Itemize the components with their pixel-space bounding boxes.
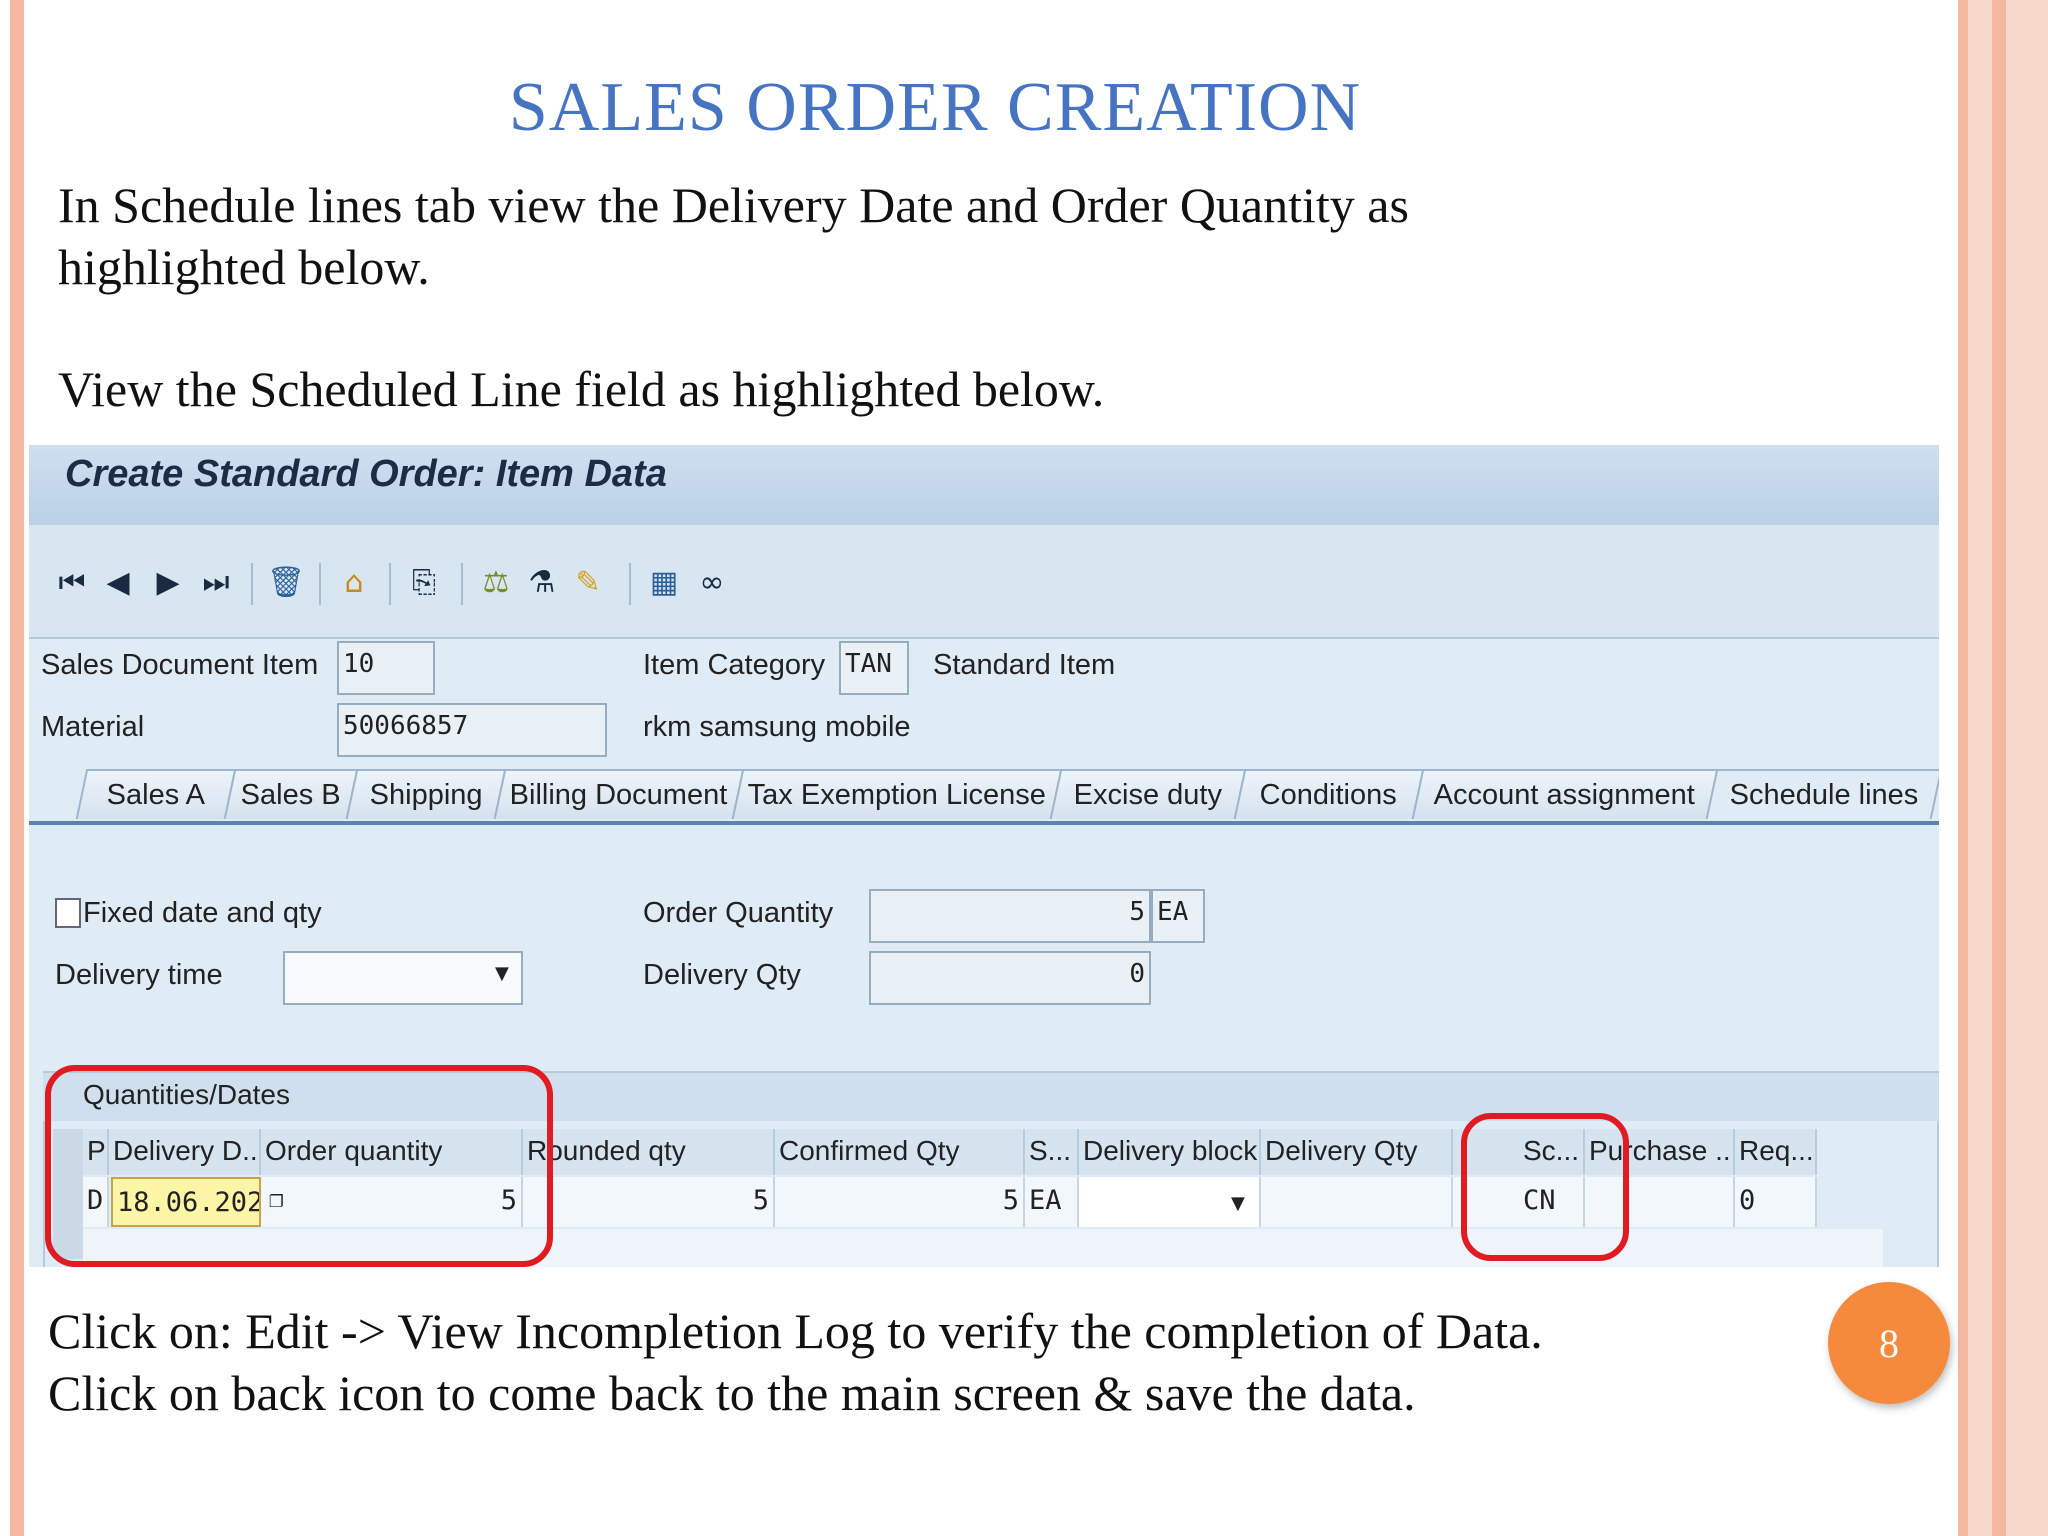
left-accent-bar [10,0,24,1536]
sap-window-title: Create Standard Order: Item Data [65,453,667,495]
tab-schedule-lines[interactable]: Schedule lines [1705,769,1939,819]
tab-excise-duty[interactable]: Excise duty [1049,769,1247,819]
material-label: Material [41,711,145,743]
column-header[interactable]: Req... [1735,1129,1817,1175]
tabstrip-baseline [29,821,1939,825]
item-category-field[interactable]: TAN [839,641,909,695]
tab-billing-document[interactable]: Billing Document [493,769,745,819]
tab-sales-b[interactable]: Sales B [223,769,359,819]
edit-item-icon[interactable]: ✎ [569,563,607,601]
highlight-schedule-line-box [1461,1113,1629,1261]
tab-label: Excise duty [1073,778,1222,811]
tab-tax-exemption-license[interactable]: Tax Exemption License [731,769,1063,819]
glasses-icon[interactable]: ∞ [693,563,731,601]
column-header[interactable]: Delivery block [1079,1129,1261,1175]
item-overview-icon[interactable]: ⚖ [477,563,515,601]
right-accent-stripe [1992,0,2006,1536]
intro-text-line2: highlighted below. [58,239,430,295]
tab-label: Sales A [106,778,205,811]
toolbar-separator [389,563,391,605]
tab-account-assignment[interactable]: Account assignment [1411,769,1719,819]
chevron-down-icon[interactable]: ▼ [1231,1193,1245,1214]
cell-confirmed-qty[interactable]: 5 [775,1177,1025,1227]
tab-conditions[interactable]: Conditions [1233,769,1425,819]
page-number-badge: 8 [1828,1282,1950,1404]
slide-title: SALES ORDER CREATION [508,69,1362,146]
first-item-icon[interactable]: ⏮ [53,563,91,601]
material-field[interactable]: 50066857 [337,703,607,757]
item-category-label: Item Category [643,649,826,681]
chevron-down-icon[interactable]: ▼ [495,963,509,984]
item-tabstrip: Sales A Sales B Shipping Billing Documen… [29,763,1939,821]
intro-text-line1: In Schedule lines tab view the Delivery … [58,177,1409,233]
tab-label: Shipping [369,778,483,811]
cell-req[interactable]: 0 [1735,1177,1817,1227]
cell-rounded-qty[interactable]: 5 [523,1177,775,1227]
tab-label: Billing Document [509,778,728,811]
last-item-icon[interactable]: ⏭ [197,563,235,601]
prev-item-icon[interactable]: ◀ [99,563,137,601]
sales-doc-item-label: Sales Document Item [41,649,319,681]
toolbar-separator [461,563,463,605]
right-accent-panel [1968,0,2048,1536]
toolbar-separator [319,563,321,605]
sales-doc-item-field[interactable]: 10 [337,641,435,695]
toolbar-separator [251,563,253,605]
column-header[interactable]: Delivery Qty [1261,1129,1453,1175]
item-details-icon[interactable]: ⚗ [523,563,561,601]
delivery-time-dropdown[interactable] [283,951,523,1005]
column-header[interactable]: Confirmed Qty [775,1129,1025,1175]
tab-label: Schedule lines [1729,778,1919,811]
tab-shipping[interactable]: Shipping [345,769,507,819]
display-document-icon[interactable]: ⎘ [405,563,443,601]
delivery-time-label: Delivery time [55,959,223,991]
footer-text-line1: Click on: Edit -> View Incompletion Log … [48,1303,1543,1359]
order-quantity-field[interactable]: 5 [869,889,1151,943]
delivery-qty-field[interactable]: 0 [869,951,1151,1005]
delivery-qty-label: Delivery Qty [643,959,801,991]
fixed-date-checkbox[interactable] [55,898,81,928]
footer-text-line2: Click on back icon to come back to the m… [48,1365,1416,1421]
column-header[interactable]: S... [1025,1129,1079,1175]
fixed-date-label: Fixed date and qty [83,897,322,929]
order-quantity-label: Order Quantity [643,897,834,929]
tab-label: Conditions [1260,778,1398,811]
order-quantity-unit[interactable]: EA [1151,889,1205,943]
tab-label: Account assignment [1434,778,1696,811]
header-icon[interactable]: ⌂ [335,563,373,601]
tab-sales-a[interactable]: Sales A [75,769,237,819]
next-item-icon[interactable]: ▶ [149,563,187,601]
delete-icon[interactable]: 🗑 [267,563,305,601]
column-header[interactable]: Rounded qty [523,1129,775,1175]
sap-screenshot: Create Standard Order: Item Data ⏮ ◀ ▶ ⏭… [29,445,1939,1267]
tab-label: Sales B [240,778,341,811]
material-description: rkm samsung mobile [643,711,911,743]
highlight-delivery-date-box [45,1065,553,1267]
intro-text-line3: View the Scheduled Line field as highlig… [58,361,1105,417]
cell-sales-unit[interactable]: EA [1025,1177,1079,1227]
cell-delivery-qty[interactable] [1261,1177,1453,1227]
calculator-icon[interactable]: ▦ [645,563,683,601]
right-accent-line [1958,0,1968,1536]
item-category-text: Standard Item [933,649,1116,681]
toolbar-separator [629,563,631,605]
tab-label: Tax Exemption License [747,778,1046,811]
sap-toolbar: ⏮ ◀ ▶ ⏭ 🗑 ⌂ ⎘ ⚖ ⚗ ✎ ▦ ∞ [29,525,1939,639]
sap-title-bar: Create Standard Order: Item Data [29,445,1939,525]
